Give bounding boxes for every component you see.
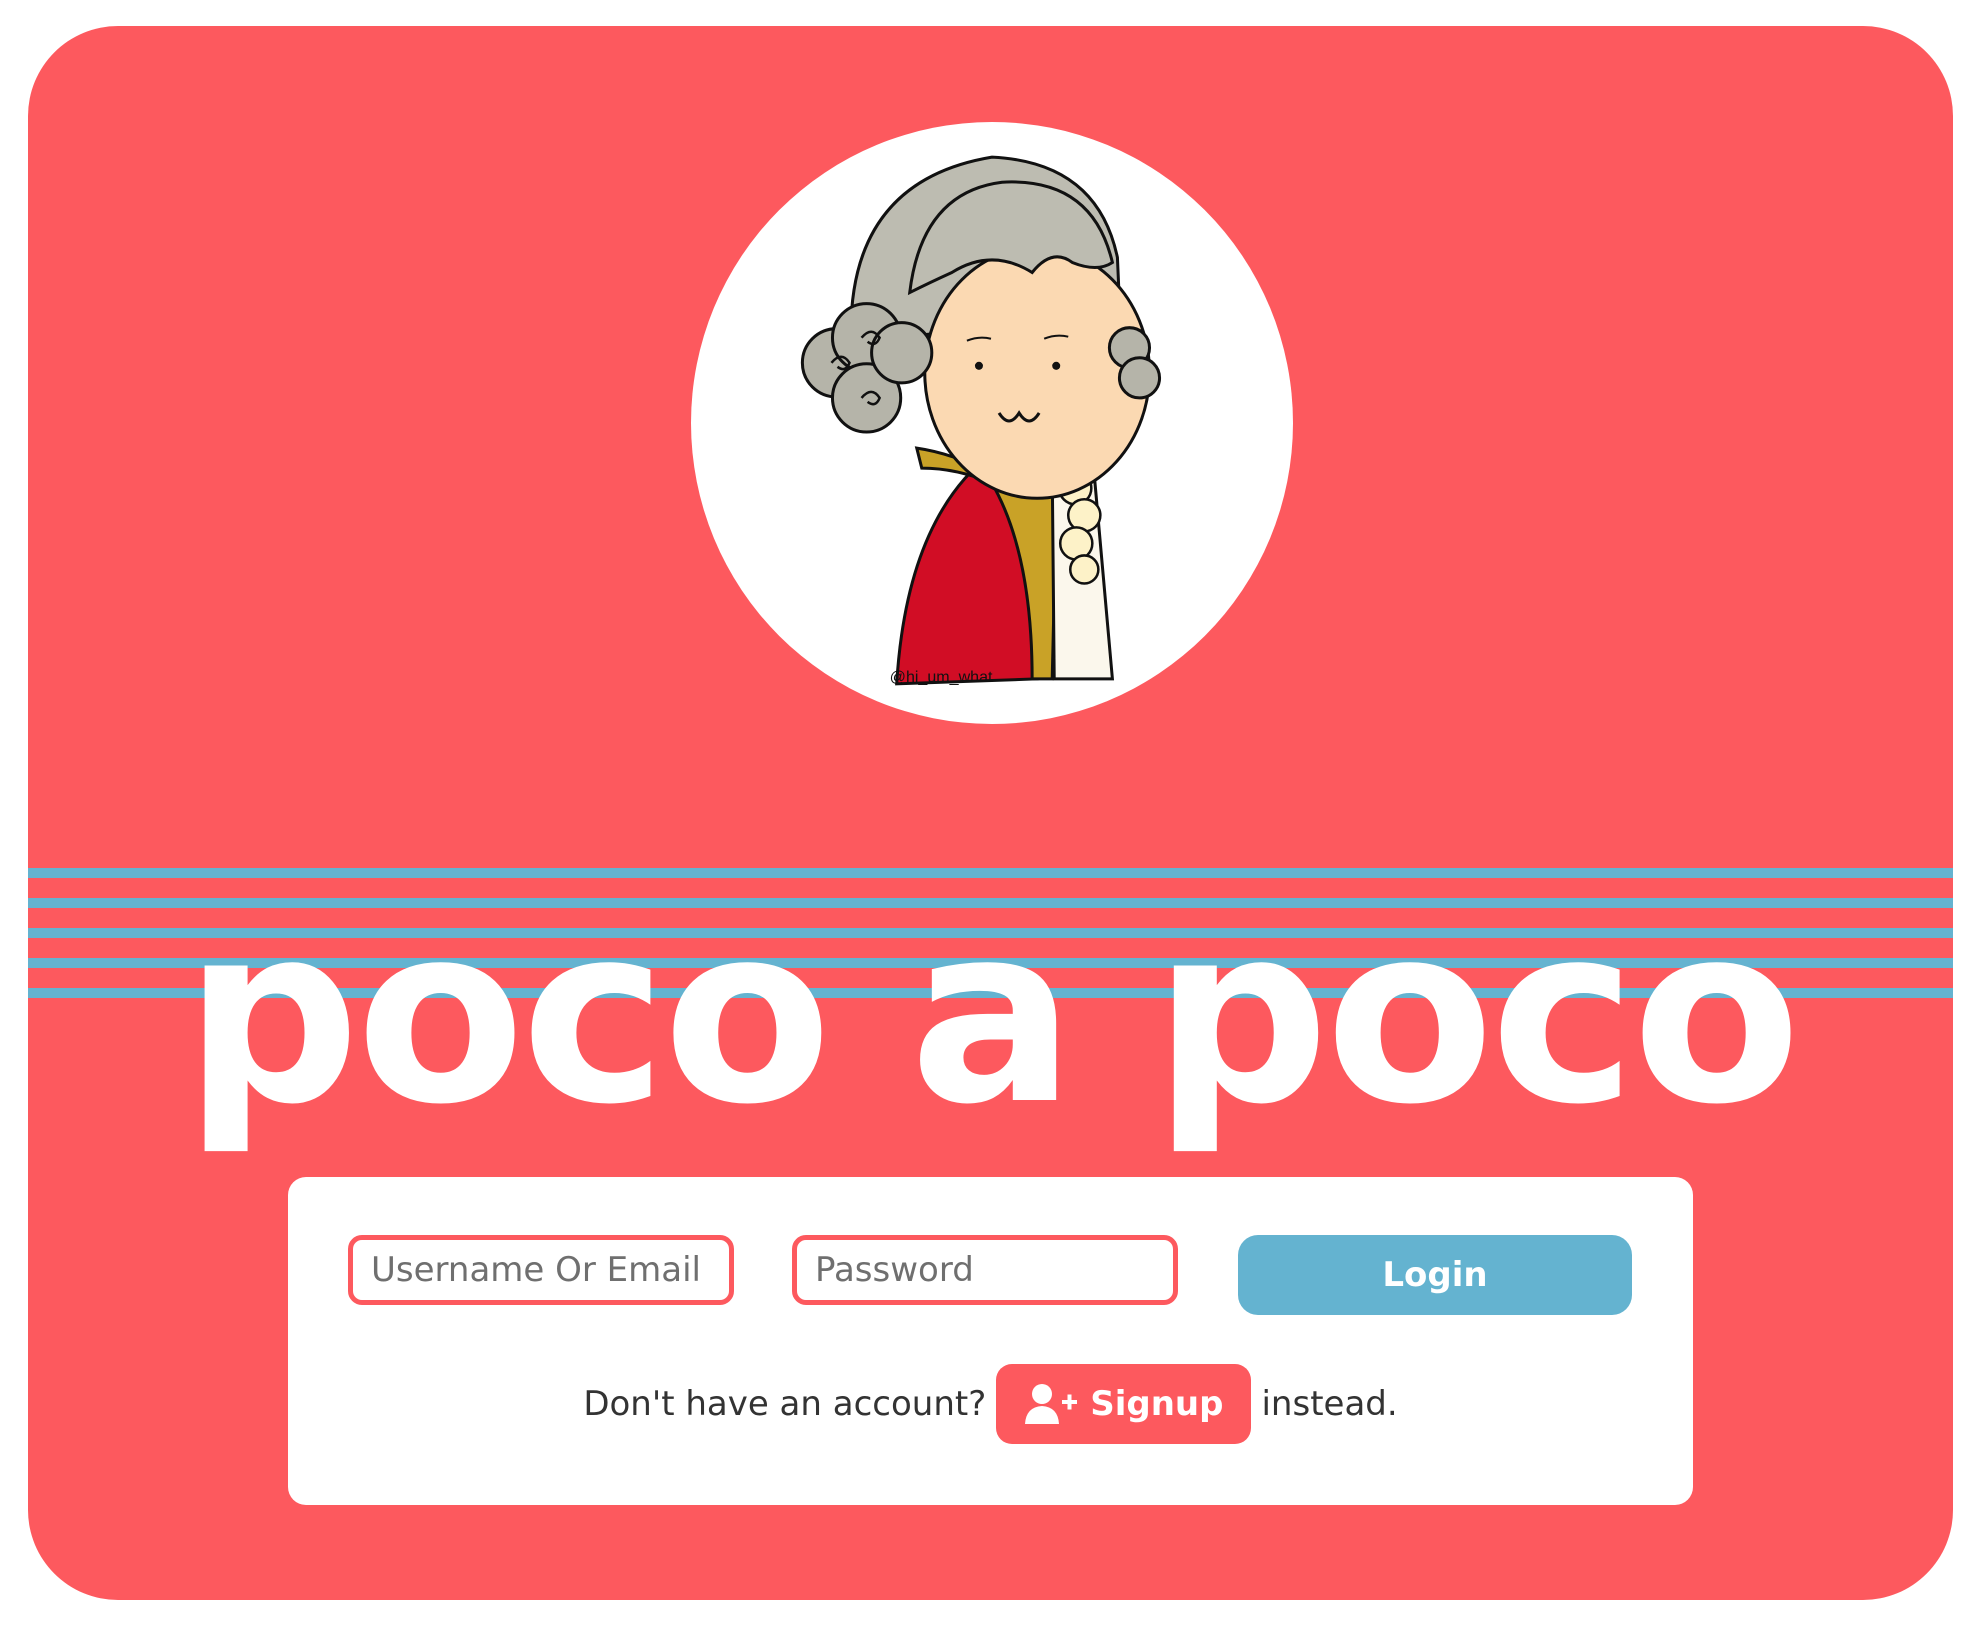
signup-prompt: Don't have an account? Signup instead. [288, 1363, 1693, 1445]
artist-credit: @hi_um_what [890, 668, 993, 686]
login-card: Login Don't have an account? Signup inst… [288, 1177, 1693, 1505]
login-page: @hi_um_what poco a poco Login Don't have… [28, 26, 1953, 1600]
app-title: poco a poco [183, 873, 1801, 1159]
mozart-cartoon-avatar-icon: @hi_um_what [800, 155, 1162, 686]
avatar: @hi_um_what [691, 122, 1293, 724]
login-button[interactable]: Login [1238, 1235, 1632, 1315]
signup-button-label: Signup [1090, 1384, 1224, 1424]
signup-button[interactable]: Signup [996, 1364, 1252, 1444]
username-input[interactable] [348, 1235, 734, 1305]
user-plus-icon [1024, 1383, 1078, 1425]
password-input[interactable] [792, 1235, 1178, 1305]
signup-prompt-prefix: Don't have an account? [583, 1384, 987, 1424]
signup-prompt-suffix: instead. [1261, 1384, 1398, 1424]
